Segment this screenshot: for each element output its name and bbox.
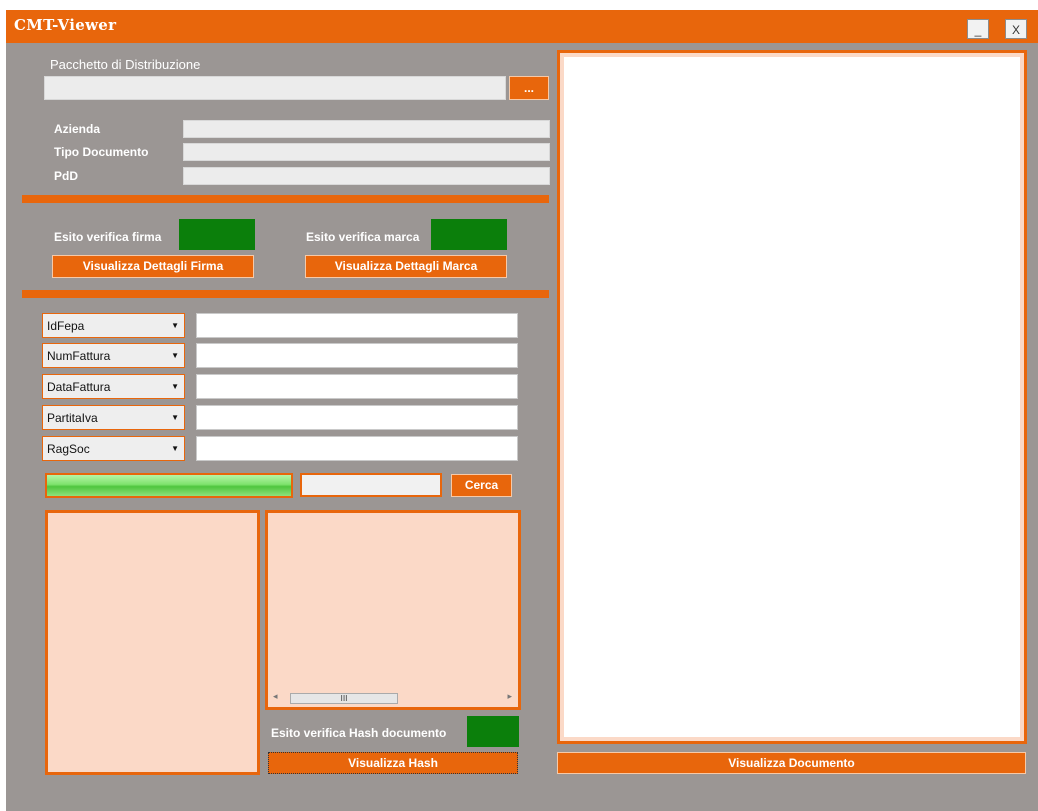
app-title: CMT-Viewer <box>14 16 117 34</box>
firma-status-label: Esito verifica firma <box>54 230 162 244</box>
view-document-button[interactable]: Visualizza Documento <box>557 752 1026 774</box>
results-list[interactable] <box>45 510 260 775</box>
filter-combo-label: PartitaIva <box>47 411 98 425</box>
chevron-down-icon: ▼ <box>171 444 179 453</box>
hash-status-indicator <box>467 716 519 747</box>
separator-middle <box>22 290 549 298</box>
chevron-down-icon: ▼ <box>171 351 179 360</box>
filter-combo-2[interactable]: NumFattura ▼ <box>42 343 185 368</box>
marca-status-indicator <box>431 219 507 250</box>
firma-status-indicator <box>179 219 255 250</box>
minimize-button[interactable]: _ <box>967 19 989 39</box>
document-viewer[interactable] <box>557 50 1027 744</box>
hash-button[interactable]: Visualizza Hash <box>268 752 518 774</box>
pdd-label: PdD <box>54 169 78 183</box>
marca-status-label: Esito verifica marca <box>306 230 420 244</box>
filter-combo-1[interactable]: IdFepa ▼ <box>42 313 185 338</box>
horizontal-scrollbar[interactable]: ◂ III ▸ <box>268 691 518 707</box>
close-button[interactable]: X <box>1005 19 1027 39</box>
azienda-field <box>183 120 550 138</box>
package-path-field[interactable] <box>44 76 506 100</box>
scroll-thumb[interactable]: III <box>290 693 398 704</box>
scroll-left-icon[interactable]: ◂ <box>273 692 278 702</box>
details-list[interactable]: ◂ III ▸ <box>265 510 521 710</box>
chevron-down-icon: ▼ <box>171 321 179 330</box>
hash-status-label: Esito verifica Hash documento <box>271 726 447 740</box>
package-label: Pacchetto di Distribuzione <box>50 57 201 72</box>
filter-combo-label: RagSoc <box>47 442 90 456</box>
tipo-documento-field <box>183 143 550 161</box>
tipo-documento-label: Tipo Documento <box>54 145 149 159</box>
pdd-field <box>183 167 550 185</box>
filter-combo-5[interactable]: RagSoc ▼ <box>42 436 185 461</box>
title-bar[interactable]: CMT-Viewer _ X <box>6 10 1038 43</box>
chevron-down-icon: ▼ <box>171 382 179 391</box>
chevron-down-icon: ▼ <box>171 413 179 422</box>
filter-combo-label: IdFepa <box>47 319 85 333</box>
search-progress-bar <box>45 473 293 498</box>
marca-details-button[interactable]: Visualizza Dettagli Marca <box>305 255 507 278</box>
search-field[interactable] <box>300 473 442 497</box>
search-button[interactable]: Cerca <box>451 474 512 497</box>
filter-input-4[interactable] <box>196 405 518 430</box>
scroll-right-icon[interactable]: ▸ <box>507 692 512 702</box>
filter-combo-3[interactable]: DataFattura ▼ <box>42 374 185 399</box>
browse-button[interactable]: ... <box>509 76 549 100</box>
azienda-label: Azienda <box>54 122 101 136</box>
filter-combo-4[interactable]: PartitaIva ▼ <box>42 405 185 430</box>
separator-top <box>22 195 549 203</box>
filter-combo-label: DataFattura <box>47 380 111 394</box>
filter-input-5[interactable] <box>196 436 518 461</box>
filter-input-2[interactable] <box>196 343 518 368</box>
document-canvas <box>564 57 1020 737</box>
filter-input-3[interactable] <box>196 374 518 399</box>
filter-combo-label: NumFattura <box>47 349 111 363</box>
filter-input-1[interactable] <box>196 313 518 338</box>
firma-details-button[interactable]: Visualizza Dettagli Firma <box>52 255 254 278</box>
